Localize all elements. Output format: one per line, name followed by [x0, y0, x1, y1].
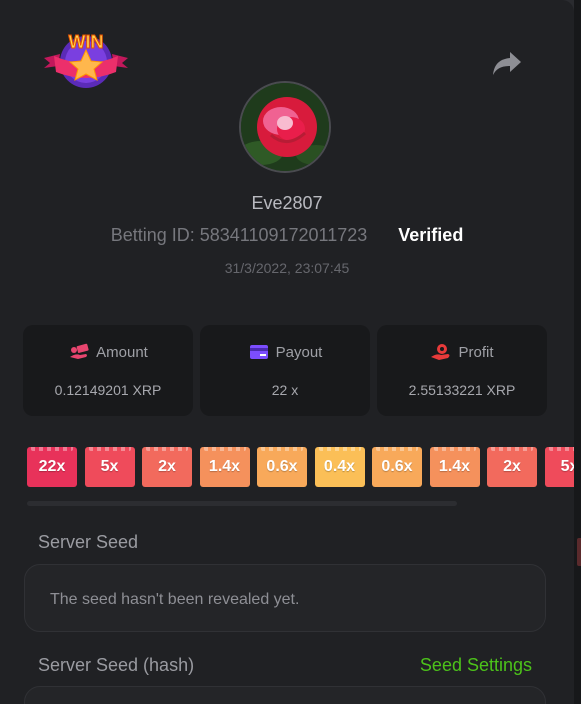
verified-badge: Verified — [398, 225, 464, 245]
share-icon[interactable] — [490, 48, 524, 78]
multiplier-chip: 0.6x — [257, 447, 307, 487]
payout-card: Payout 22 x — [200, 325, 370, 416]
server-seed-value: The seed hasn't been revealed yet. — [50, 591, 300, 608]
multiplier-chip: 5x — [544, 447, 574, 487]
credit-card-icon — [249, 345, 268, 359]
multiplier-chip: 2x — [142, 447, 192, 487]
profit-label: Profit — [458, 344, 494, 361]
username: Eve2807 — [251, 193, 323, 213]
multiplier-chip: 22x — [27, 447, 77, 487]
betting-id-row: Betting ID: 58341109172011723 Verified — [0, 225, 574, 246]
rose-image — [241, 83, 329, 171]
multiplier-chip: 0.4x — [314, 447, 365, 487]
win-badge-logo: WIN — [44, 32, 128, 88]
amount-label: Amount — [96, 344, 148, 361]
bet-timestamp: 31/3/2022, 23:07:45 — [224, 260, 350, 276]
profit-hand-icon — [431, 344, 450, 360]
multiplier-chip: 5x — [84, 447, 135, 487]
right-scroll-edge — [574, 0, 581, 704]
logo-text: WIN — [69, 32, 104, 52]
multiplier-chip: 1.4x — [429, 447, 480, 487]
profit-value: 2.55133221 XRP — [408, 382, 516, 398]
multiplier-scrollbar[interactable] — [27, 501, 457, 506]
amount-value: 0.12149201 XRP — [54, 382, 162, 398]
server-seed-box: The seed hasn't been revealed yet. — [24, 564, 546, 632]
multiplier-row: 22x 5x 2x 1.4x 0.6x 0.4x 0.6x 1.4x 2x 5x — [27, 447, 574, 487]
bet-details-panel: WIN Eve2807 Betting ID: 5834110917201172… — [0, 0, 574, 704]
server-seed-label: Server Seed — [38, 532, 139, 552]
payout-value: 22 x — [271, 382, 299, 398]
server-seed-hash-box — [24, 686, 546, 704]
payout-label: Payout — [275, 344, 323, 361]
multiplier-chip: 1.4x — [199, 447, 250, 487]
amount-card: Amount 0.12149201 XRP — [23, 325, 193, 416]
seed-settings-link[interactable]: Seed Settings — [420, 655, 532, 676]
profit-card: Profit 2.55133221 XRP — [377, 325, 547, 416]
server-seed-hash-label: Server Seed (hash) — [38, 655, 195, 675]
betting-id-label: Betting ID: — [110, 225, 195, 245]
multiplier-chip: 0.6x — [372, 447, 422, 487]
user-avatar — [239, 81, 331, 173]
betting-id-value: 58341109172011723 — [199, 225, 368, 245]
multiplier-chip: 2x — [487, 447, 537, 487]
money-hand-icon — [70, 343, 89, 359]
